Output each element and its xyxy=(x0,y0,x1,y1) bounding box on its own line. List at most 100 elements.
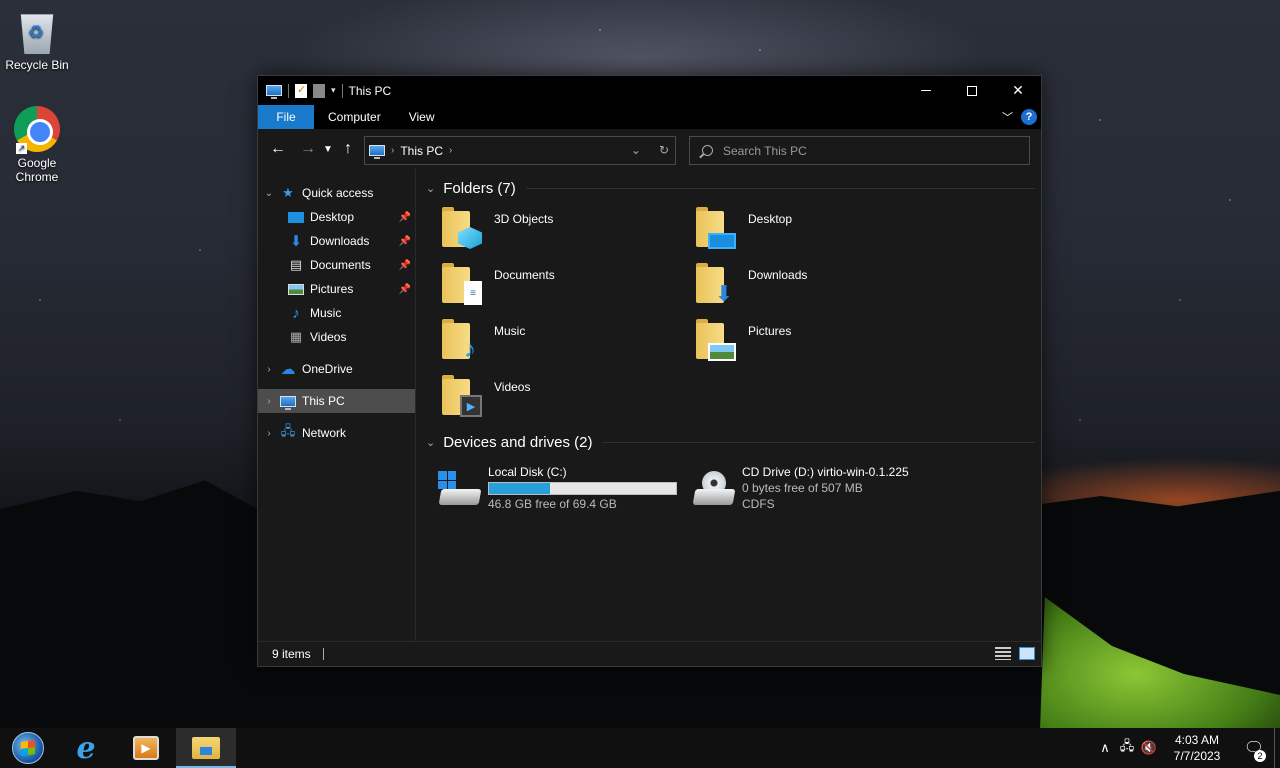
folder-name: Videos xyxy=(494,380,531,394)
show-hidden-icons-chevron-icon[interactable]: ∧ xyxy=(1094,740,1116,756)
sidebar-item-onedrive[interactable]: › ☁ OneDrive xyxy=(258,357,415,381)
navigation-pane: ⌄ ★ Quick access Desktop 📌 ⬇ Downloads 📌… xyxy=(258,169,416,641)
minimize-icon xyxy=(921,90,931,91)
tab-computer[interactable]: Computer xyxy=(314,105,395,129)
folder-downloads[interactable]: ⬇ Downloads xyxy=(678,263,932,309)
large-icons-view-icon[interactable] xyxy=(1019,647,1035,660)
folder-name: Music xyxy=(494,324,526,338)
sidebar-item-label: Music xyxy=(310,306,342,320)
sidebar-item-network[interactable]: › 🖧 Network xyxy=(258,421,415,445)
minimize-button[interactable] xyxy=(903,76,949,105)
folder-pictures[interactable]: Pictures xyxy=(678,319,932,365)
taskbar-file-explorer[interactable] xyxy=(176,728,236,768)
sidebar-item-desktop[interactable]: Desktop 📌 xyxy=(258,205,415,229)
desktop-icon-recycle-bin[interactable]: Recycle Bin xyxy=(0,10,74,72)
sidebar-item-pictures[interactable]: Pictures 📌 xyxy=(258,277,415,301)
arrow-up-icon: ↑ xyxy=(344,140,352,157)
status-bar: 9 items xyxy=(258,641,1041,666)
notification-count: 2 xyxy=(1254,750,1266,762)
drive-local-disk-c[interactable]: Local Disk (C:) 46.8 GB free of 69.4 GB xyxy=(424,463,678,511)
sidebar-item-downloads[interactable]: ⬇ Downloads 📌 xyxy=(258,229,415,253)
pictures-icon xyxy=(288,282,304,296)
this-pc-icon xyxy=(280,394,296,410)
sidebar-item-label: Quick access xyxy=(302,186,374,200)
new-folder-icon[interactable] xyxy=(313,83,325,98)
shortcut-arrow-icon: ↗ xyxy=(16,143,27,154)
search-icon xyxy=(702,145,713,156)
sidebar-item-this-pc[interactable]: › This PC xyxy=(258,389,415,413)
drive-free-space: 0 bytes free of 507 MB xyxy=(742,481,863,495)
tab-view[interactable]: View xyxy=(395,105,449,129)
folder-desktop[interactable]: Desktop xyxy=(678,207,932,253)
breadcrumb-chevron-icon[interactable]: › xyxy=(449,145,452,156)
network-status-icon[interactable]: 🖧 xyxy=(1116,737,1138,759)
maximize-button[interactable] xyxy=(949,76,995,105)
desktop-icon xyxy=(288,210,304,224)
search-box[interactable] xyxy=(689,136,1030,165)
sidebar-item-music[interactable]: ♪ Music xyxy=(258,301,415,325)
pin-icon[interactable]: 📌 xyxy=(399,260,411,271)
folder-documents[interactable]: ≡ Documents xyxy=(424,263,678,309)
breadcrumb-this-pc[interactable]: This PC xyxy=(400,144,443,158)
pin-icon[interactable]: 📌 xyxy=(399,236,411,247)
sidebar-item-videos[interactable]: ▦ Videos xyxy=(258,325,415,349)
volume-muted-icon[interactable]: 🔇 xyxy=(1138,740,1160,756)
sidebar-item-label: OneDrive xyxy=(302,362,353,376)
taskbar-media-player[interactable]: ▶ xyxy=(116,728,176,768)
back-button[interactable]: ← xyxy=(266,137,290,161)
collapsed-chevron-icon[interactable]: › xyxy=(258,396,280,407)
chevron-down-icon: ▼ xyxy=(323,143,333,155)
folder-name: Documents xyxy=(494,268,555,282)
collapse-chevron-icon[interactable]: ⌄ xyxy=(426,182,435,195)
toolbar-separator xyxy=(341,83,343,98)
expanded-chevron-icon[interactable]: ⌄ xyxy=(258,188,280,199)
music-folder-icon: ♪ xyxy=(442,319,482,363)
up-button[interactable]: ↑ xyxy=(336,137,360,161)
collapse-chevron-icon[interactable]: ⌄ xyxy=(426,436,435,449)
close-button[interactable]: ✕ xyxy=(995,76,1041,105)
download-icon: ⬇ xyxy=(289,233,303,250)
drive-cd-d[interactable]: CD Drive (D:) virtio-win-0.1.225 0 bytes… xyxy=(678,463,978,511)
address-history-chevron-icon[interactable]: ⌄ xyxy=(631,143,641,157)
pin-icon[interactable]: 📌 xyxy=(399,212,411,223)
collapsed-chevron-icon[interactable]: › xyxy=(258,364,280,375)
title-bar[interactable]: ▾ This PC ✕ xyxy=(258,76,1041,105)
breadcrumb-chevron-icon[interactable]: › xyxy=(391,145,394,156)
pin-icon[interactable]: 📌 xyxy=(399,284,411,295)
taskbar-internet-explorer[interactable]: e xyxy=(56,728,116,768)
folders-group-header[interactable]: ⌄ Folders (7) xyxy=(424,173,1041,203)
expand-ribbon-chevron-icon[interactable]: ﹀ xyxy=(1002,109,1013,125)
clock-time: 4:03 AM xyxy=(1174,733,1220,747)
arrow-left-icon: ← xyxy=(270,140,286,157)
drive-usage-bar xyxy=(488,482,677,495)
quick-access-toolbar: ▾ xyxy=(258,76,343,105)
folder-videos[interactable]: ▶ Videos xyxy=(424,375,678,421)
folder-3d-objects[interactable]: 3D Objects xyxy=(424,207,678,253)
sidebar-item-documents[interactable]: ▤ Documents 📌 xyxy=(258,253,415,277)
properties-icon[interactable] xyxy=(295,83,307,98)
collapsed-chevron-icon[interactable]: › xyxy=(258,428,280,439)
refresh-icon[interactable]: ↻ xyxy=(659,143,669,157)
help-icon[interactable]: ? xyxy=(1021,109,1037,125)
details-view-icon[interactable] xyxy=(995,647,1011,660)
action-center-button[interactable]: 🗨 2 xyxy=(1234,738,1274,762)
taskbar: e ▶ ∧ 🖧 🔇 4:03 AM 7/7/2023 🗨 2 xyxy=(0,728,1280,768)
windows-logo-icon xyxy=(438,471,456,489)
ribbon-tabs: File Computer View ﹀ ? xyxy=(258,105,1041,129)
folder-music[interactable]: ♪ Music xyxy=(424,319,678,365)
recent-locations-button[interactable]: ▼ xyxy=(320,137,336,161)
search-input[interactable] xyxy=(723,143,1003,158)
forward-button[interactable]: → xyxy=(296,137,320,161)
documents-folder-icon: ≡ xyxy=(442,263,482,305)
drives-group-header[interactable]: ⌄ Devices and drives (2) xyxy=(424,427,1041,457)
customize-toolbar-chevron-icon[interactable]: ▾ xyxy=(331,85,336,96)
arrow-right-icon: → xyxy=(300,140,316,157)
desktop-icon-chrome[interactable]: ↗ Google Chrome xyxy=(0,106,74,184)
tab-file[interactable]: File xyxy=(258,105,314,129)
address-bar[interactable]: › This PC › ⌄ ↻ xyxy=(364,136,676,165)
show-desktop-button[interactable] xyxy=(1274,728,1280,768)
clock[interactable]: 4:03 AM 7/7/2023 xyxy=(1160,732,1234,764)
sidebar-item-quick-access[interactable]: ⌄ ★ Quick access xyxy=(258,181,415,205)
star-icon: ★ xyxy=(282,185,294,200)
start-button[interactable] xyxy=(0,728,56,768)
